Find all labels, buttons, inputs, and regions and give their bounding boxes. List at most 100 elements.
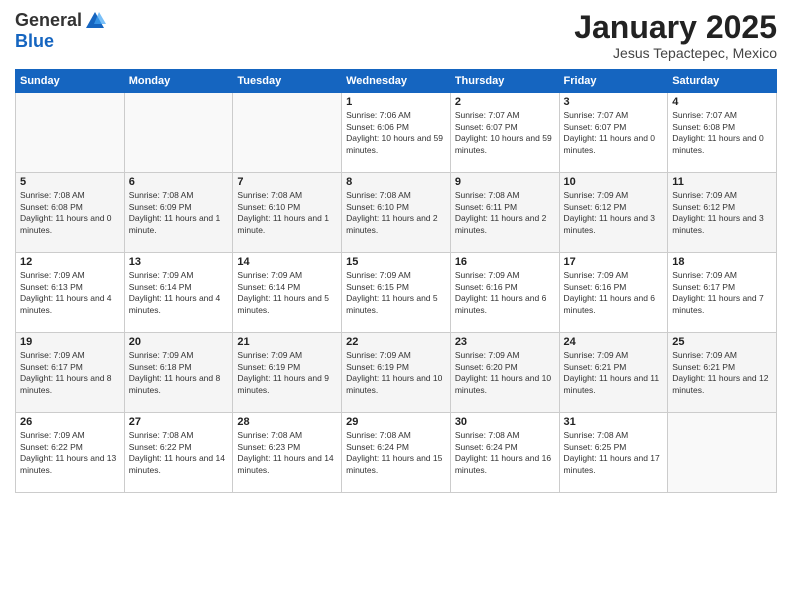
day-number: 17: [564, 256, 664, 268]
cell-info: Sunrise: 7:09 AM Sunset: 6:20 PM Dayligh…: [455, 350, 555, 396]
calendar-cell: 14Sunrise: 7:09 AM Sunset: 6:14 PM Dayli…: [233, 253, 342, 333]
day-header-sunday: Sunday: [16, 70, 125, 93]
day-number: 11: [672, 176, 772, 188]
calendar-cell: 8 Sunrise: 7:08 AM Sunset: 6:10 PM Daylig…: [342, 173, 451, 253]
calendar-cell: 21Sunrise: 7:09 AM Sunset: 6:19 PM Dayli…: [233, 333, 342, 413]
calendar-table: SundayMondayTuesdayWednesdayThursdayFrid…: [15, 69, 777, 493]
cell-info: Sunrise: 7:08 AM Sunset: 6:25 PM Dayligh…: [564, 430, 664, 476]
day-header-tuesday: Tuesday: [233, 70, 342, 93]
calendar-cell: [124, 93, 233, 173]
cell-info: Sunrise: 7:09 AM Sunset: 6:12 PM Dayligh…: [564, 190, 664, 236]
day-header-thursday: Thursday: [450, 70, 559, 93]
calendar-cell: 7Sunrise: 7:08 AM Sunset: 6:10 PM Daylig…: [233, 173, 342, 253]
cell-info: Sunrise: 7:07 AM Sunset: 6:08 PM Dayligh…: [672, 110, 772, 156]
logo-text-block: General Blue: [15, 10, 106, 52]
calendar-cell: 24Sunrise: 7:09 AM Sunset: 6:21 PM Dayli…: [559, 333, 668, 413]
day-number: 4: [672, 96, 772, 108]
cell-info: Sunrise: 7:09 AM Sunset: 6:18 PM Dayligh…: [129, 350, 229, 396]
logo-general: General: [15, 11, 82, 31]
logo-icon: [84, 10, 106, 32]
day-number: 22: [346, 336, 446, 348]
logo: General Blue: [15, 10, 106, 52]
day-header-wednesday: Wednesday: [342, 70, 451, 93]
cell-info: Sunrise: 7:09 AM Sunset: 6:12 PM Dayligh…: [672, 190, 772, 236]
day-number: 28: [237, 416, 337, 428]
day-number: 7: [237, 176, 337, 188]
calendar-week-4: 19 Sunrise: 7:09 AM Sunset: 6:17 PM Dayli…: [16, 333, 777, 413]
calendar-cell: 30Sunrise: 7:08 AM Sunset: 6:24 PM Dayli…: [450, 413, 559, 493]
calendar-cell: 4 Sunrise: 7:07 AM Sunset: 6:08 PM Daylig…: [668, 93, 777, 173]
calendar-header-row: SundayMondayTuesdayWednesdayThursdayFrid…: [16, 70, 777, 93]
cell-info: Sunrise: 7:08 AM Sunset: 6:09 PM Dayligh…: [129, 190, 229, 236]
cell-info: Sunrise: 7:07 AM Sunset: 6:07 PM Dayligh…: [455, 110, 555, 156]
day-number: 16: [455, 256, 555, 268]
cell-info: Sunrise: 7:06 AM Sunset: 6:06 PM Dayligh…: [346, 110, 446, 156]
day-number: 31: [564, 416, 664, 428]
day-header-monday: Monday: [124, 70, 233, 93]
day-number: 14: [237, 256, 337, 268]
cell-info: Sunrise: 7:09 AM Sunset: 6:22 PM Dayligh…: [20, 430, 120, 476]
day-number: 27: [129, 416, 229, 428]
day-number: 12: [20, 256, 120, 268]
cell-info: Sunrise: 7:08 AM Sunset: 6:11 PM Dayligh…: [455, 190, 555, 236]
cell-info: Sunrise: 7:09 AM Sunset: 6:16 PM Dayligh…: [564, 270, 664, 316]
calendar-page: General Blue January 2025 Jesus Tepactep…: [0, 0, 792, 612]
calendar-cell: 5 Sunrise: 7:08 AM Sunset: 6:08 PM Daylig…: [16, 173, 125, 253]
cell-info: Sunrise: 7:09 AM Sunset: 6:19 PM Dayligh…: [346, 350, 446, 396]
calendar-cell: 16 Sunrise: 7:09 AM Sunset: 6:16 PM Dayli…: [450, 253, 559, 333]
calendar-cell: [233, 93, 342, 173]
calendar-cell: 3Sunrise: 7:07 AM Sunset: 6:07 PM Daylig…: [559, 93, 668, 173]
calendar-week-2: 5 Sunrise: 7:08 AM Sunset: 6:08 PM Daylig…: [16, 173, 777, 253]
cell-info: Sunrise: 7:09 AM Sunset: 6:19 PM Dayligh…: [237, 350, 337, 396]
day-number: 6: [129, 176, 229, 188]
day-number: 8: [346, 176, 446, 188]
day-number: 5: [20, 176, 120, 188]
day-number: 15: [346, 256, 446, 268]
calendar-cell: 26 Sunrise: 7:09 AM Sunset: 6:22 PM Dayli…: [16, 413, 125, 493]
calendar-cell: [668, 413, 777, 493]
cell-info: Sunrise: 7:08 AM Sunset: 6:08 PM Dayligh…: [20, 190, 120, 236]
day-number: 10: [564, 176, 664, 188]
cell-info: Sunrise: 7:09 AM Sunset: 6:16 PM Dayligh…: [455, 270, 555, 316]
calendar-cell: 23 Sunrise: 7:09 AM Sunset: 6:20 PM Dayli…: [450, 333, 559, 413]
location: Jesus Tepactepec, Mexico: [574, 45, 777, 61]
cell-info: Sunrise: 7:08 AM Sunset: 6:22 PM Dayligh…: [129, 430, 229, 476]
calendar-cell: 6 Sunrise: 7:08 AM Sunset: 6:09 PM Daylig…: [124, 173, 233, 253]
calendar-week-1: 1 Sunrise: 7:06 AM Sunset: 6:06 PM Daylig…: [16, 93, 777, 173]
calendar-cell: 28 Sunrise: 7:08 AM Sunset: 6:23 PM Dayli…: [233, 413, 342, 493]
cell-info: Sunrise: 7:09 AM Sunset: 6:13 PM Dayligh…: [20, 270, 120, 316]
calendar-cell: 12 Sunrise: 7:09 AM Sunset: 6:13 PM Dayli…: [16, 253, 125, 333]
calendar-cell: 22 Sunrise: 7:09 AM Sunset: 6:19 PM Dayli…: [342, 333, 451, 413]
calendar-cell: 20 Sunrise: 7:09 AM Sunset: 6:18 PM Dayli…: [124, 333, 233, 413]
calendar-cell: 1 Sunrise: 7:06 AM Sunset: 6:06 PM Daylig…: [342, 93, 451, 173]
day-number: 9: [455, 176, 555, 188]
month-title: January 2025: [574, 10, 777, 45]
day-header-friday: Friday: [559, 70, 668, 93]
calendar-cell: 9 Sunrise: 7:08 AM Sunset: 6:11 PM Daylig…: [450, 173, 559, 253]
day-header-saturday: Saturday: [668, 70, 777, 93]
header: General Blue January 2025 Jesus Tepactep…: [15, 10, 777, 61]
cell-info: Sunrise: 7:09 AM Sunset: 6:17 PM Dayligh…: [672, 270, 772, 316]
cell-info: Sunrise: 7:08 AM Sunset: 6:10 PM Dayligh…: [346, 190, 446, 236]
day-number: 20: [129, 336, 229, 348]
calendar-cell: 18Sunrise: 7:09 AM Sunset: 6:17 PM Dayli…: [668, 253, 777, 333]
cell-info: Sunrise: 7:09 AM Sunset: 6:21 PM Dayligh…: [564, 350, 664, 396]
day-number: 13: [129, 256, 229, 268]
cell-info: Sunrise: 7:09 AM Sunset: 6:17 PM Dayligh…: [20, 350, 120, 396]
calendar-cell: 13Sunrise: 7:09 AM Sunset: 6:14 PM Dayli…: [124, 253, 233, 333]
cell-info: Sunrise: 7:08 AM Sunset: 6:24 PM Dayligh…: [455, 430, 555, 476]
day-number: 29: [346, 416, 446, 428]
cell-info: Sunrise: 7:08 AM Sunset: 6:24 PM Dayligh…: [346, 430, 446, 476]
cell-info: Sunrise: 7:08 AM Sunset: 6:23 PM Dayligh…: [237, 430, 337, 476]
day-number: 3: [564, 96, 664, 108]
cell-info: Sunrise: 7:09 AM Sunset: 6:21 PM Dayligh…: [672, 350, 772, 396]
calendar-cell: 15Sunrise: 7:09 AM Sunset: 6:15 PM Dayli…: [342, 253, 451, 333]
calendar-cell: 25Sunrise: 7:09 AM Sunset: 6:21 PM Dayli…: [668, 333, 777, 413]
day-number: 19: [20, 336, 120, 348]
calendar-week-3: 12 Sunrise: 7:09 AM Sunset: 6:13 PM Dayli…: [16, 253, 777, 333]
day-number: 23: [455, 336, 555, 348]
day-number: 26: [20, 416, 120, 428]
title-block: January 2025 Jesus Tepactepec, Mexico: [574, 10, 777, 61]
calendar-cell: 27 Sunrise: 7:08 AM Sunset: 6:22 PM Dayli…: [124, 413, 233, 493]
day-number: 1: [346, 96, 446, 108]
